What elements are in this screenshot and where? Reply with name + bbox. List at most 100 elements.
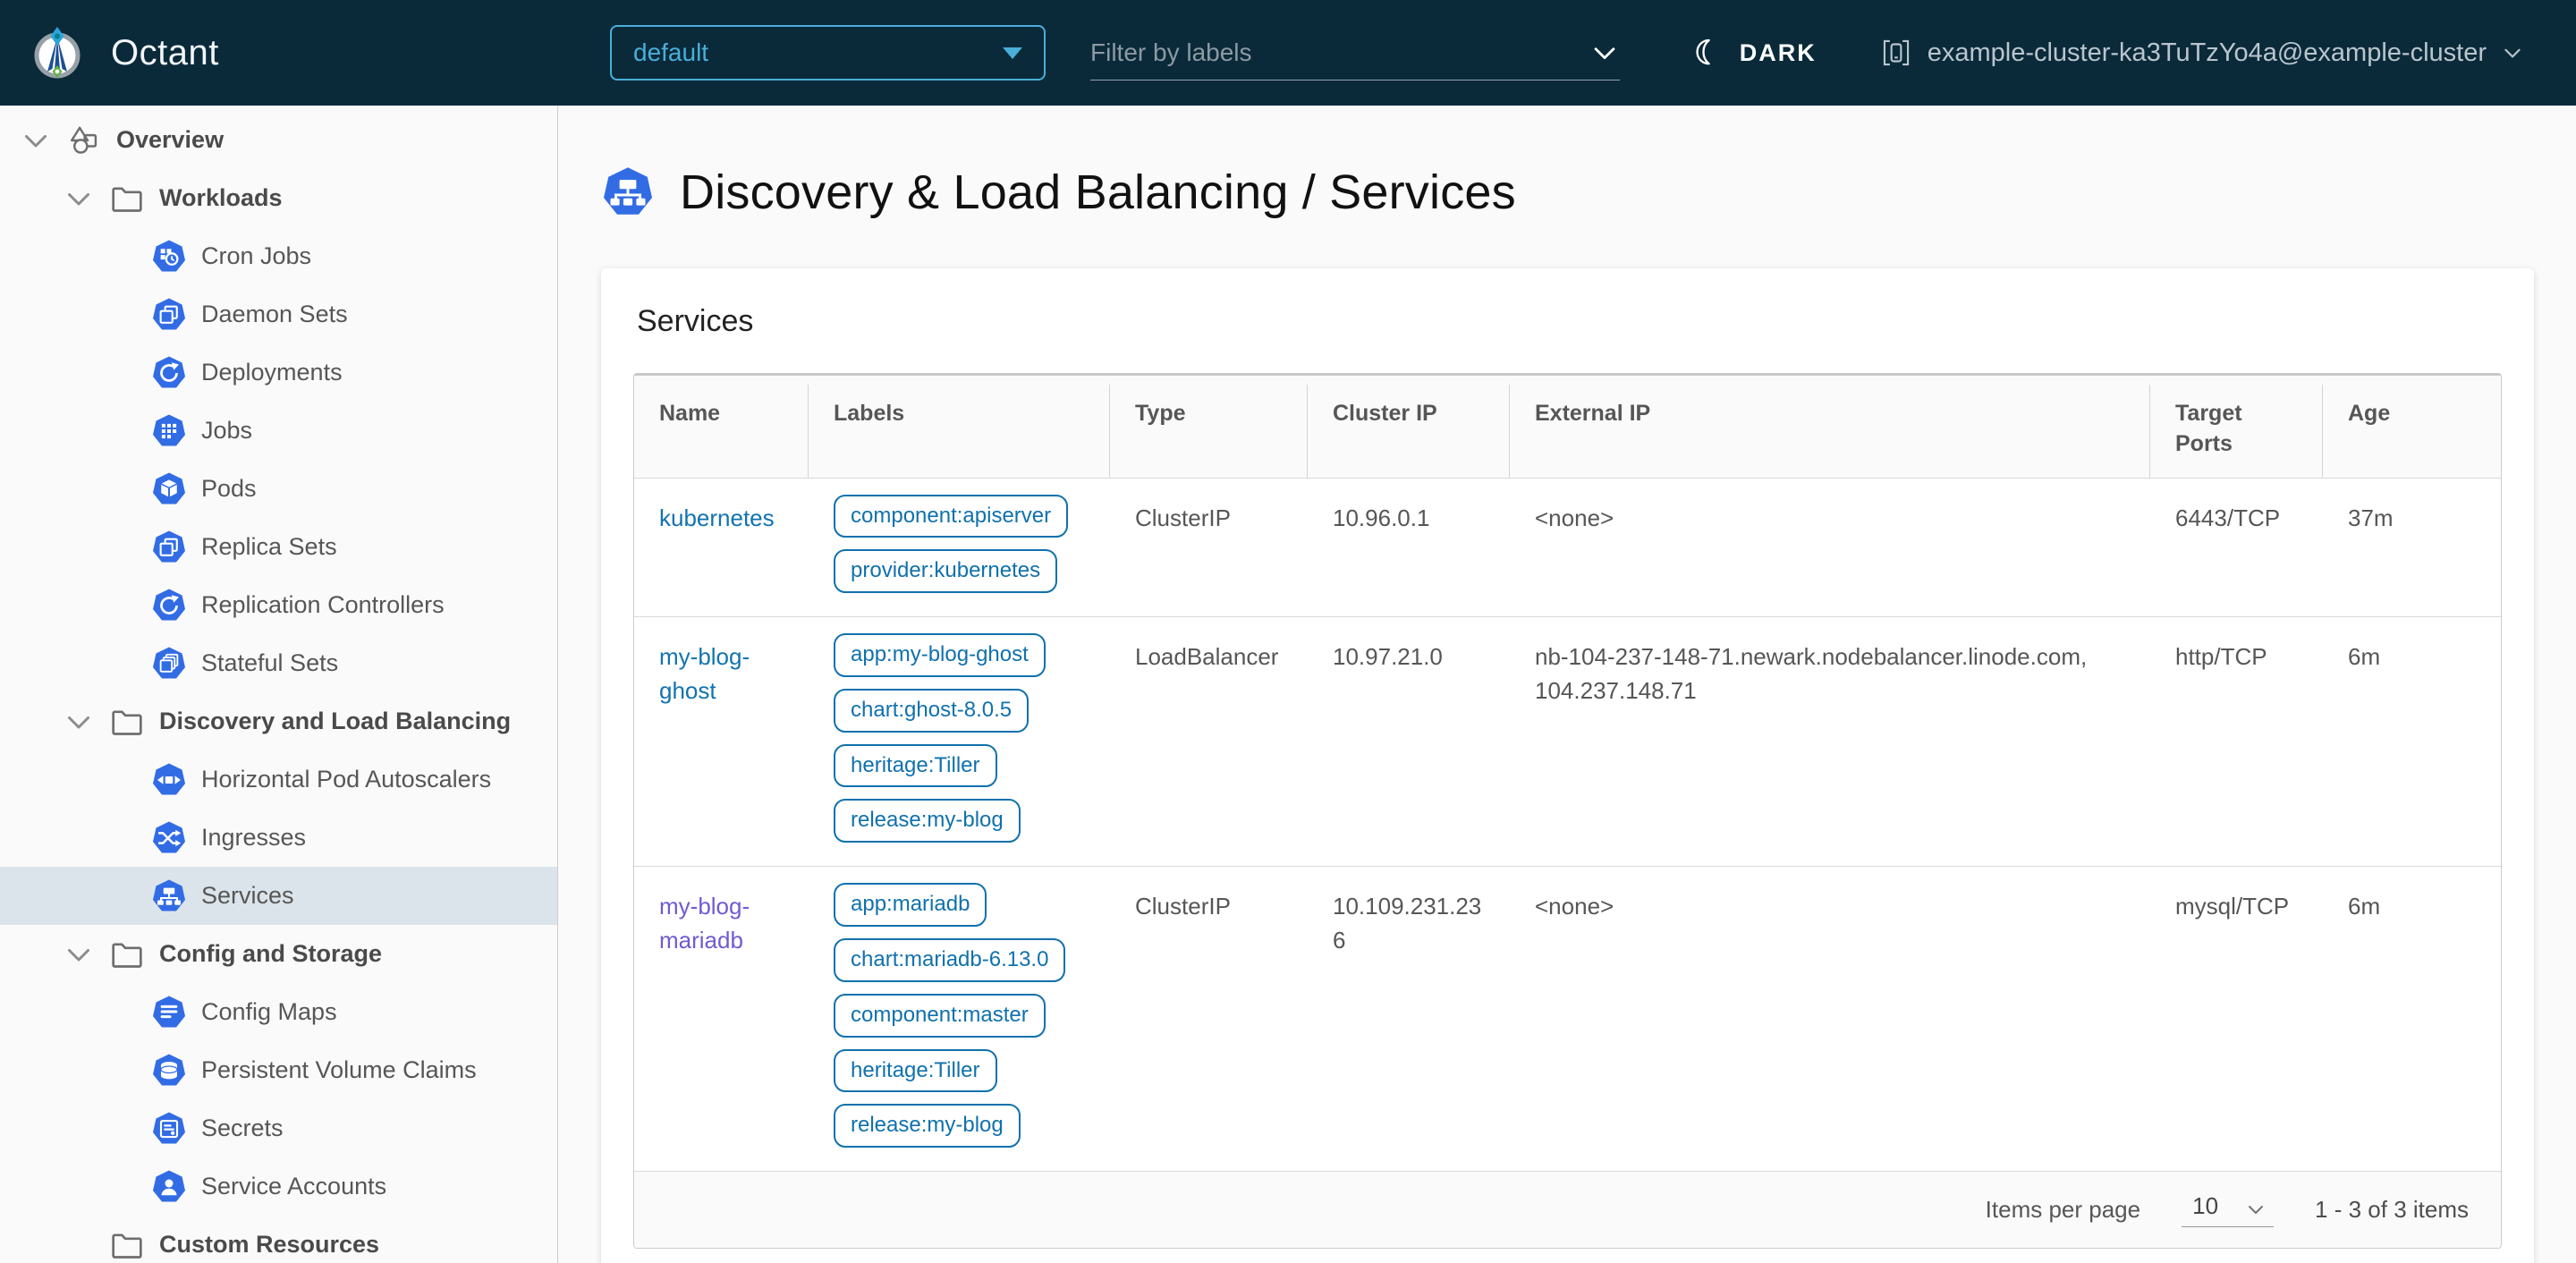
sidebar-item-label: Jobs: [201, 417, 253, 444]
page-title-text: Discovery & Load Balancing / Services: [680, 165, 1516, 219]
daemonset-icon: [151, 297, 187, 333]
statefulset-icon: [151, 646, 187, 682]
chevron-down-icon[interactable]: [63, 706, 95, 738]
dark-theme-toggle[interactable]: DARK: [1688, 34, 1817, 72]
caret-down-icon: [1003, 47, 1022, 59]
items-per-page-value: 10: [2192, 1192, 2219, 1220]
label-badge: chart:mariadb-6.13.0: [834, 938, 1066, 982]
external-ip-cell: <none>: [1535, 504, 1614, 531]
sidebar-item-label: Discovery and Load Balancing: [159, 708, 512, 734]
sidebar-item-label: Daemon Sets: [201, 301, 348, 327]
sidebar-item-horizontal-pod-autoscalers[interactable]: Horizontal Pod Autoscalers: [0, 750, 557, 809]
sidebar-item-jobs[interactable]: Jobs: [0, 402, 557, 460]
folder-icon: [109, 704, 145, 740]
sidebar-item-services[interactable]: Services: [0, 867, 557, 925]
label-filter-input[interactable]: [1090, 38, 1589, 67]
sidebar-item-config-maps[interactable]: Config Maps: [0, 983, 557, 1041]
sidebar-item-replication-controllers[interactable]: Replication Controllers: [0, 576, 557, 634]
type-cell: ClusterIP: [1135, 504, 1231, 531]
pagination-range: 1 - 3 of 3 items: [2315, 1196, 2469, 1224]
topbar-right: DARK example-cluster-ka3TuTzYo4a@example…: [1688, 34, 2576, 72]
column-header-age: Age: [2348, 401, 2391, 426]
cluster-ip-cell: 10.109.231.236: [1333, 893, 1482, 954]
table-footer: Items per page 10 1 - 3 of 3 items: [634, 1171, 2501, 1249]
labels-cell: component:apiserver provider:kubernetes: [809, 479, 1110, 617]
type-cell: ClusterIP: [1135, 893, 1231, 920]
secret-icon: [151, 1111, 187, 1147]
sidebar-item-cron-jobs[interactable]: Cron Jobs: [0, 227, 557, 285]
sidebar-item-label: Deployments: [201, 359, 343, 386]
chevron-down-icon: [2245, 1199, 2267, 1220]
sidebar-item-deployments[interactable]: Deployments: [0, 343, 557, 402]
chevron-down-icon[interactable]: [63, 938, 95, 971]
column-header-labels: Labels: [809, 376, 1110, 478]
label-badge: heritage:Tiller: [834, 1048, 997, 1093]
app-shell: Overview Workloads Cron Jobs Daemon Sets Dep…: [0, 106, 2576, 1263]
service-name-link[interactable]: my-blog-mariadb: [659, 893, 750, 954]
sidebar-item-label: Overview: [116, 126, 225, 153]
table-row-kubernetes: kubernetes component:apiserver provider:ku…: [634, 477, 2501, 617]
name-cell: my-blog-ghost: [634, 617, 809, 866]
table-header-row: Name Labels Type Cluster IP External IP Targe…: [634, 376, 2501, 478]
configmap-icon: [151, 995, 187, 1030]
items-per-page-select[interactable]: 10: [2182, 1192, 2275, 1228]
sidebar-item-service-accounts[interactable]: Service Accounts: [0, 1157, 557, 1216]
theme-toggle-label: DARK: [1739, 38, 1817, 66]
sidebar: Overview Workloads Cron Jobs Daemon Sets Dep…: [0, 106, 558, 1263]
label-badge: release:my-blog: [834, 799, 1021, 843]
card-title: Services: [637, 304, 754, 338]
folder-icon: [109, 937, 145, 972]
cluster-ip-cell: 10.97.21.0: [1333, 643, 1443, 671]
services-card: Services Name Labels Type Cluster IP Externa…: [601, 268, 2534, 1263]
service-name-link[interactable]: kubernetes: [659, 504, 775, 531]
chevron-down-icon[interactable]: [1589, 38, 1620, 68]
label-badge: app:mariadb: [834, 883, 987, 928]
sidebar-item-label: Pods: [201, 475, 257, 502]
service-icon: [601, 165, 655, 219]
sidebar-item-label: Persistent Volume Claims: [201, 1056, 477, 1083]
service-name-link[interactable]: my-blog-ghost: [659, 643, 750, 704]
sidebar-item-label: Config and Storage: [159, 940, 382, 967]
sidebar-item-ingresses[interactable]: Ingresses: [0, 809, 557, 867]
sidebar-item-custom-resources[interactable]: Custom Resources: [0, 1216, 557, 1263]
sidebar-item-persistent-volume-claims[interactable]: Persistent Volume Claims: [0, 1041, 557, 1099]
cluster-icon: [1879, 36, 1913, 70]
sidebar-item-label: Custom Resources: [159, 1231, 380, 1258]
sidebar-item-daemon-sets[interactable]: Daemon Sets: [0, 285, 557, 343]
sidebar-item-discovery-and-load-balancing[interactable]: Discovery and Load Balancing: [0, 692, 557, 750]
sidebar-item-config-and-storage[interactable]: Config and Storage: [0, 925, 557, 983]
chevron-down-icon[interactable]: [20, 124, 52, 157]
chevron-down-icon: [2501, 41, 2524, 64]
sidebar-item-overview[interactable]: Overview: [0, 111, 557, 169]
deployment-icon: [151, 355, 187, 391]
folder-icon: [109, 1227, 145, 1263]
namespace-dropdown[interactable]: default: [610, 25, 1046, 81]
hpa-icon: [151, 762, 187, 798]
pvc-icon: [151, 1053, 187, 1089]
sidebar-item-pods[interactable]: Pods: [0, 460, 557, 518]
sidebar-item-label: Ingresses: [201, 824, 307, 851]
sidebar-item-secrets[interactable]: Secrets: [0, 1099, 557, 1157]
job-icon: [151, 413, 187, 449]
chevron-down-icon[interactable]: [63, 182, 95, 215]
sidebar-item-workloads[interactable]: Workloads: [0, 169, 557, 227]
column-header-cluster-ip: Cluster IP: [1308, 376, 1510, 478]
service-icon: [151, 878, 187, 914]
sidebar-item-label: Cron Jobs: [201, 242, 312, 269]
column-header-type: Type: [1110, 376, 1308, 478]
replicationcontroller-icon: [151, 588, 187, 623]
age-cell: 6m: [2348, 643, 2381, 671]
labels-cell: app:my-blog-ghost chart:ghost-8.0.5 herita…: [809, 617, 1110, 866]
label-badge: release:my-blog: [834, 1104, 1021, 1149]
cluster-selector-value: example-cluster-ka3TuTzYo4a@example-clus…: [1927, 38, 2487, 67]
octant-compass-icon: [27, 22, 88, 83]
page-title: Discovery & Load Balancing / Services: [601, 165, 2534, 220]
name-cell: kubernetes: [634, 479, 809, 617]
cronjob-icon: [151, 239, 187, 275]
sidebar-item-stateful-sets[interactable]: Stateful Sets: [0, 634, 557, 692]
cluster-selector[interactable]: example-cluster-ka3TuTzYo4a@example-clus…: [1879, 36, 2524, 70]
sidebar-item-replica-sets[interactable]: Replica Sets: [0, 518, 557, 576]
age-cell: 6m: [2348, 893, 2381, 920]
ingress-icon: [151, 820, 187, 856]
